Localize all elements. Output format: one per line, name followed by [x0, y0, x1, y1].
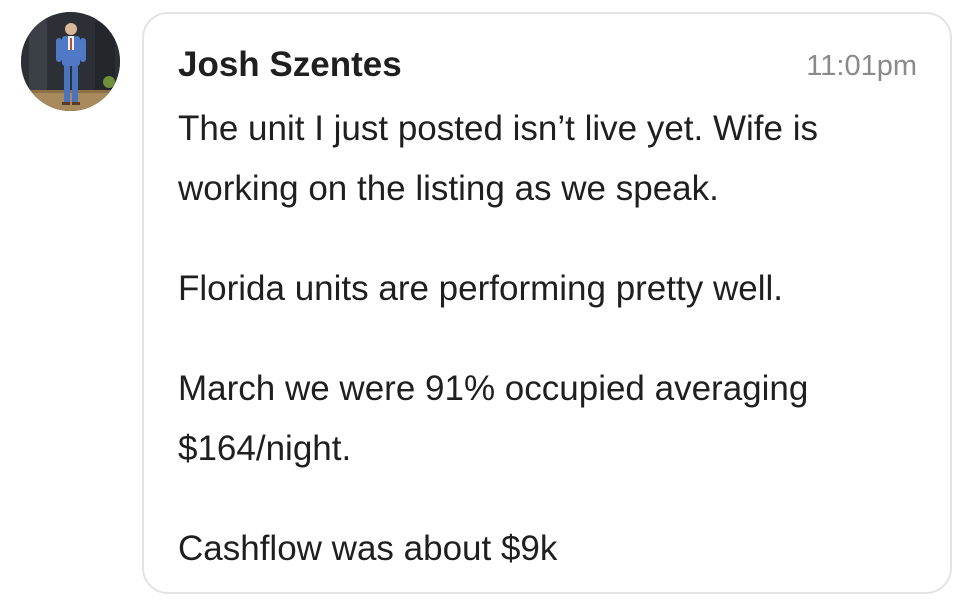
- avatar[interactable]: [21, 12, 120, 111]
- profile-photo-icon: [21, 12, 120, 111]
- author-name[interactable]: Josh Szentes: [178, 45, 402, 85]
- message-paragraph: March we were 91% occupied averaging $16…: [178, 369, 809, 468]
- message-row: Josh Szentes 11:01pm The unit I just pos…: [0, 0, 976, 607]
- message-body: The unit I just posted isn’t live yet. W…: [178, 99, 918, 579]
- message-timestamp: 11:01pm: [806, 50, 917, 82]
- message-bubble: Josh Szentes 11:01pm The unit I just pos…: [142, 12, 952, 594]
- message-paragraph: Florida units are performing pretty well…: [178, 269, 783, 308]
- message-paragraph: Cashflow was about $9k: [178, 529, 558, 568]
- message-paragraph: The unit I just posted isn’t live yet. W…: [178, 109, 818, 208]
